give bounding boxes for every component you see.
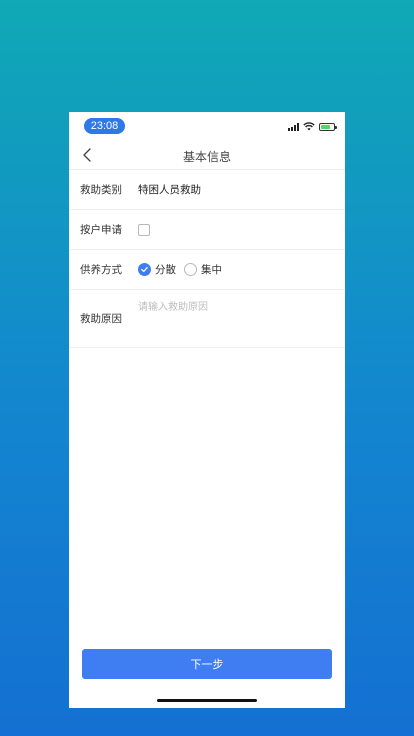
status-bar: 23:08: [69, 112, 345, 142]
category-label: 救助类别: [80, 184, 122, 196]
phone-screen: 23:08 基本信息 救助类别 特困人员救助 按户申请 供养方式 分散 集中 救…: [69, 112, 345, 708]
form-row-reason: 救助原因: [69, 290, 345, 348]
radio-option-centralized[interactable]: 集中: [184, 262, 222, 277]
status-icons: [288, 122, 337, 131]
next-step-button[interactable]: 下一步: [82, 649, 332, 679]
form-row-household: 按户申请: [69, 210, 345, 250]
nav-bar: 基本信息: [69, 142, 345, 170]
form-row-support: 供养方式 分散 集中: [69, 250, 345, 290]
radio-checked-icon[interactable]: [138, 263, 151, 276]
radio-label-dispersed: 分散: [155, 264, 176, 276]
support-label: 供养方式: [80, 264, 122, 276]
category-value[interactable]: 特困人员救助: [138, 182, 201, 197]
reason-input[interactable]: [138, 298, 335, 340]
form-row-category: 救助类别 特困人员救助: [69, 170, 345, 210]
battery-charging-icon: [319, 122, 337, 131]
household-label: 按户申请: [80, 224, 122, 236]
household-checkbox[interactable]: [138, 223, 150, 236]
reason-label: 救助原因: [80, 313, 122, 325]
wifi-icon: [303, 122, 315, 131]
radio-unchecked-icon[interactable]: [184, 263, 197, 276]
home-indicator: [157, 699, 257, 702]
radio-option-dispersed[interactable]: 分散: [138, 262, 176, 277]
radio-label-centralized: 集中: [201, 264, 222, 276]
status-time: 23:08: [84, 118, 125, 134]
signal-icon: [288, 122, 299, 131]
page-title: 基本信息: [182, 150, 231, 164]
support-radio-group: 分散 集中: [138, 262, 226, 277]
